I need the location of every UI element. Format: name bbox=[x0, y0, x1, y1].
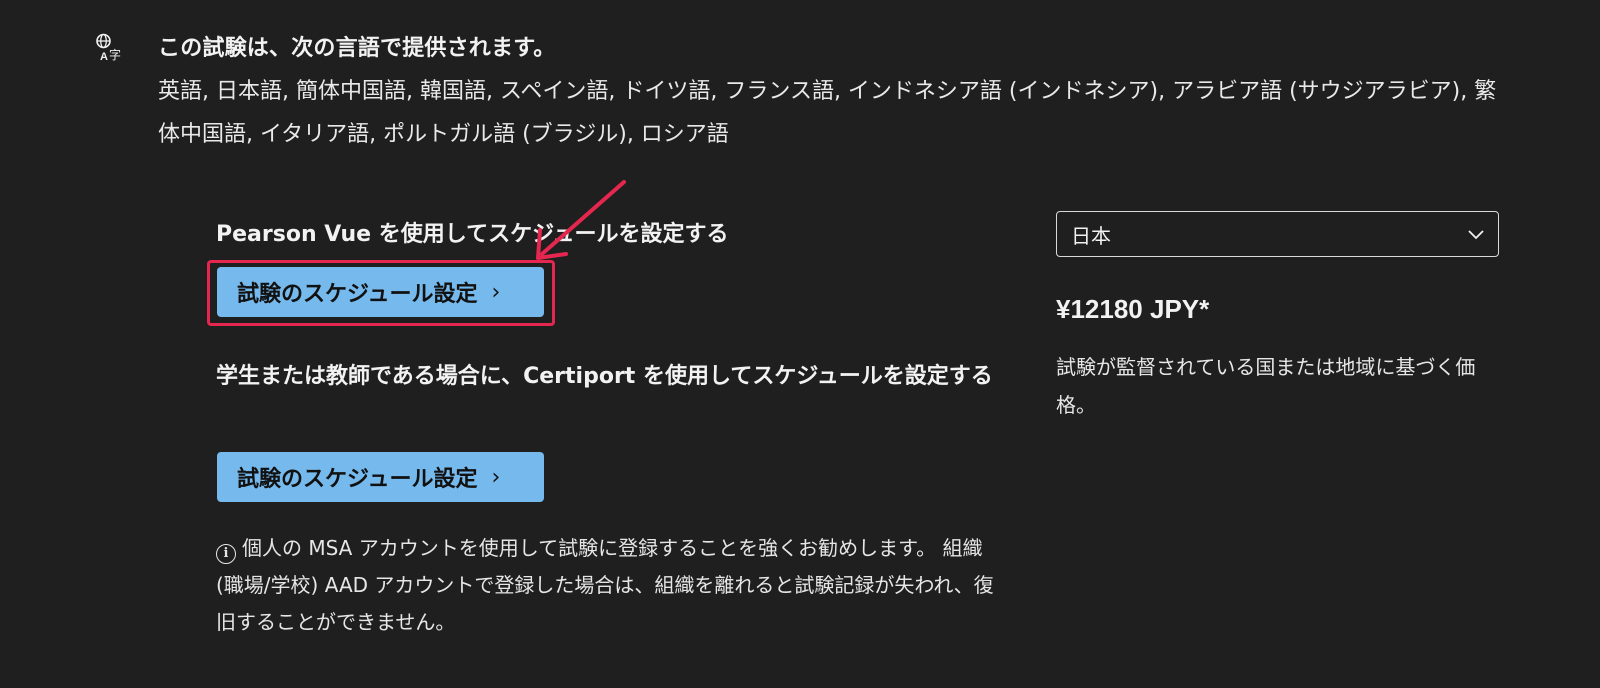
svg-text:字: 字 bbox=[109, 47, 121, 62]
chevron-right-icon: › bbox=[491, 279, 501, 305]
msa-account-info-note: i 個人の MSA アカウントを使用して試験に登録することを強くお勧めします。 組… bbox=[216, 530, 1006, 641]
languages-list: 英語, 日本語, 簡体中国語, 韓国語, スペイン語, ドイツ語, フランス語,… bbox=[158, 79, 1497, 147]
country-select[interactable]: 日本 bbox=[1056, 211, 1499, 257]
chevron-down-icon bbox=[1468, 230, 1484, 240]
svg-text:A: A bbox=[100, 51, 108, 62]
country-select-value: 日本 bbox=[1071, 223, 1111, 248]
pearson-schedule-exam-label: 試験のスケジュール設定 bbox=[237, 282, 478, 307]
price-note: 試験が監督されている国または地域に基づく価格。 bbox=[1056, 355, 1476, 417]
info-icon: i bbox=[216, 544, 236, 564]
certiport-schedule-exam-button[interactable]: 試験のスケジュール設定 › bbox=[217, 452, 544, 502]
pearson-vue-heading: Pearson Vue を使用してスケジュールを設定する bbox=[216, 222, 729, 247]
pearson-schedule-exam-button[interactable]: 試験のスケジュール設定 › bbox=[217, 267, 544, 317]
chevron-right-icon: › bbox=[491, 464, 501, 490]
certiport-heading: 学生または教師である場合に、Certiport を使用してスケジュールを設定する bbox=[216, 364, 993, 389]
exam-price: ¥12180 JPY* bbox=[1056, 294, 1210, 324]
languages-title: この試験は、次の言語で提供されます。 bbox=[158, 36, 556, 61]
exam-scheduling-page: A 字 この試験は、次の言語で提供されます。 英語, 日本語, 簡体中国語, 韓… bbox=[0, 0, 1600, 688]
certiport-schedule-exam-label: 試験のスケジュール設定 bbox=[237, 467, 478, 492]
language-translate-icon: A 字 bbox=[96, 33, 121, 62]
info-note-text: 個人の MSA アカウントを使用して試験に登録することを強くお勧めします。 組織… bbox=[216, 536, 994, 634]
